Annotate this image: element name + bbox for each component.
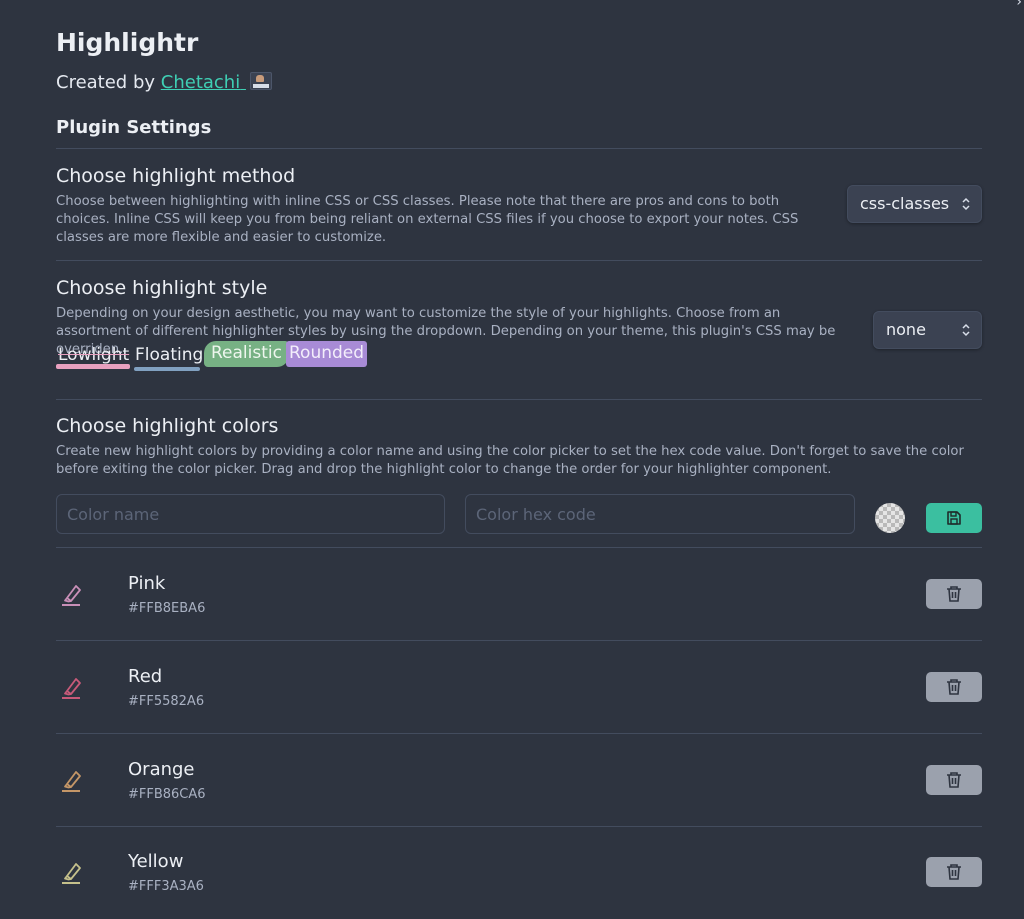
method-dropdown[interactable]: css-classes	[847, 185, 982, 223]
sample-lowlight: Lowlight	[58, 345, 130, 365]
color-name: Orange	[128, 759, 195, 780]
sample-floating: Floating	[135, 345, 204, 365]
author-name: Chetachi	[160, 72, 241, 93]
delete-color-button[interactable]	[926, 579, 982, 609]
trash-icon	[947, 679, 961, 695]
highlighter-pen-icon	[62, 771, 81, 792]
save-icon	[947, 511, 961, 525]
style-dropdown-value: none	[886, 320, 926, 339]
color-item-orange[interactable]: Orange #FFB86CA6	[56, 734, 982, 827]
color-item-red[interactable]: Red #FF5582A6	[56, 641, 982, 734]
colors-setting-name: Choose highlight colors	[56, 415, 279, 437]
sample-realistic: Realistic	[204, 341, 289, 367]
chevron-up-down-icon	[962, 323, 970, 337]
created-by-line: Created by Chetachi	[56, 72, 272, 93]
section-title: Plugin Settings	[56, 117, 212, 138]
color-name: Pink	[128, 573, 166, 594]
highlighter-pen-icon	[62, 863, 81, 884]
color-hex: #FFF3A3A6	[128, 879, 204, 894]
divider	[56, 399, 982, 400]
technologist-emoji-icon	[249, 72, 272, 90]
created-by-label: Created by	[56, 72, 161, 93]
delete-color-button[interactable]	[926, 672, 982, 702]
color-picker-swatch[interactable]	[875, 503, 905, 533]
highlighter-pen-icon	[62, 585, 81, 606]
color-hex: #FFB86CA6	[128, 787, 206, 802]
sample-rounded: Rounded	[286, 341, 368, 367]
trash-icon	[947, 772, 961, 788]
color-hex: #FFB8EBA6	[128, 601, 206, 616]
color-name-input[interactable]	[56, 494, 445, 534]
color-name: Red	[128, 666, 163, 687]
chevron-up-down-icon	[962, 197, 970, 211]
style-setting-name: Choose highlight style	[56, 277, 268, 299]
divider	[56, 260, 982, 261]
save-color-button[interactable]	[926, 503, 982, 533]
colors-setting-description: Create new highlight colors by providing…	[56, 444, 964, 477]
delete-color-button[interactable]	[926, 857, 982, 887]
color-item-pink[interactable]: Pink #FFB8EBA6	[56, 548, 982, 641]
color-item-yellow[interactable]: Yellow #FFF3A3A6	[56, 826, 982, 919]
page-title: Highlightr	[56, 28, 199, 57]
author-link[interactable]: Chetachi	[161, 72, 272, 93]
color-name: Yellow	[128, 851, 184, 872]
trash-icon	[947, 864, 961, 880]
method-dropdown-value: css-classes	[860, 194, 950, 213]
floating-highlight-bar	[134, 367, 200, 371]
chevron-right-icon[interactable]: ›	[1016, 0, 1022, 10]
color-hex-input[interactable]	[465, 494, 855, 534]
delete-color-button[interactable]	[926, 765, 982, 795]
method-setting-description: Choose between highlighting with inline …	[56, 194, 799, 245]
method-setting-name: Choose highlight method	[56, 165, 296, 187]
style-dropdown[interactable]: none	[873, 311, 982, 349]
highlighter-pen-icon	[62, 678, 81, 699]
color-hex: #FF5582A6	[128, 694, 205, 709]
trash-icon	[947, 586, 961, 602]
divider	[56, 148, 982, 149]
